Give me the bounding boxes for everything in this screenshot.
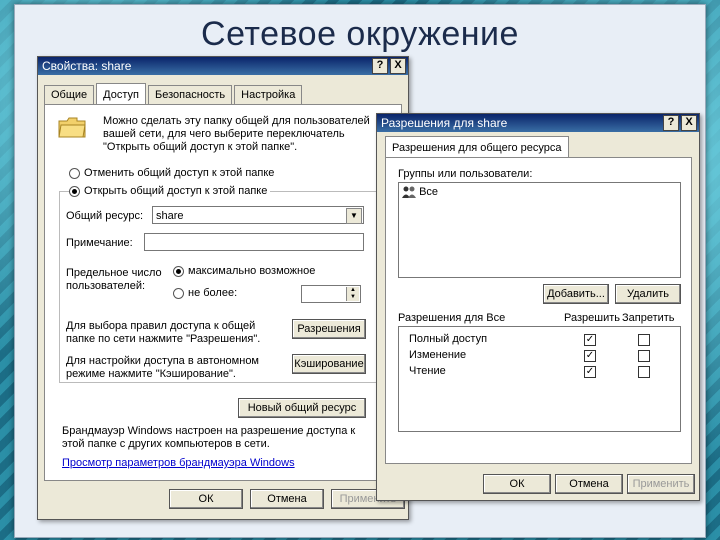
ok-button[interactable]: ОК [483,474,551,494]
deny-full-checkbox[interactable] [638,334,650,346]
radio-not-more-label: не более: [188,287,238,299]
chevron-down-icon: ▼ [346,208,362,224]
properties-tabs: Общие Доступ Безопасность Настройка [44,83,304,104]
radio-share-label: Открыть общий доступ к этой папке [84,185,268,197]
properties-titlebar: Свойства: share ? X [38,57,408,75]
table-row: Изменение [409,349,466,361]
new-share-button[interactable]: Новый общий ресурс [238,398,366,418]
comment-label: Примечание: [66,237,133,249]
groups-label: Группы или пользователи: [398,168,533,180]
permissions-table: Полный доступ ✓ Изменение ✓ Чтение ✓ [398,326,681,432]
tab-general[interactable]: Общие [44,85,95,104]
caching-hint: Для настройки доступа в автономном режим… [66,355,259,380]
radio-not-more-control [173,287,184,299]
radio-share[interactable]: Открыть общий доступ к этой папке [69,185,271,197]
tab-customize[interactable]: Настройка [234,85,303,104]
user-name: Все [419,186,439,198]
cancel-button[interactable]: Отмена [250,489,324,509]
permissions-for-label: Разрешения для Все [398,312,506,324]
firewall-link[interactable]: Просмотр параметров брандмауэра Windows [62,457,295,469]
share-name-value: share [156,210,184,222]
properties-dialog: Свойства: share ? X Общие Доступ Безопас… [37,56,409,520]
add-user-button[interactable]: Добавить... [543,284,609,304]
spinner-arrows-icon: ▲ ▼ [346,287,359,301]
radio-unshare-label: Отменить общий доступ к этой папке [84,167,275,179]
permissions-tabs: Разрешения для общего ресурса [385,136,571,157]
tab-security[interactable]: Безопасность [147,85,233,104]
cancel-button[interactable]: Отмена [555,474,623,494]
radio-max-users-label: максимально возможное [188,265,316,277]
allow-header: Разрешить [564,312,620,324]
folder-icon [57,115,87,139]
help-button[interactable]: ? [663,115,679,131]
permissions-panel: Группы или пользователи: Все Добавить...… [385,157,692,464]
permission-name: Изменение [409,349,467,361]
slide-title: Сетевое окружение [201,15,519,53]
radio-not-more[interactable]: не более: [173,287,237,299]
tab-sharing[interactable]: Доступ [96,83,146,104]
sharing-panel: Можно сделать эту папку общей для пользо… [44,104,402,481]
list-item[interactable]: Все [399,183,680,201]
radio-unshare[interactable]: Отменить общий доступ к этой папке [69,167,274,179]
permissions-titlebar: Разрешения для share ? X [377,114,699,132]
permission-name: Полный доступ [409,333,488,345]
share-name-select[interactable]: share ▼ [152,206,364,224]
user-limit-label: Предельное число пользователей: [66,267,162,292]
help-button[interactable]: ? [372,58,388,74]
share-name-label: Общий ресурс: [66,210,144,222]
sharing-intro: Можно сделать эту папку общей для пользо… [103,115,370,153]
allow-read-checkbox[interactable]: ✓ [584,366,596,378]
ok-button[interactable]: ОК [169,489,243,509]
radio-max-users[interactable]: максимально возможное [173,265,315,277]
deny-change-checkbox[interactable] [638,350,650,362]
users-group-icon [402,186,416,199]
permissions-title: Разрешения для share [381,116,508,130]
close-button[interactable]: X [390,58,406,74]
permissions-hint: Для выбора правил доступа к общей папке … [66,320,261,345]
tab-share-permissions[interactable]: Разрешения для общего ресурса [385,136,569,157]
properties-title: Свойства: share [42,59,132,73]
radio-max-users-control [173,265,184,277]
caching-button[interactable]: Кэширование [292,354,366,374]
table-row: Чтение [409,365,446,377]
user-limit-spinner[interactable]: ▲ ▼ [301,285,361,303]
radio-unshare-control [69,167,80,179]
users-list[interactable]: Все [398,182,681,278]
permissions-button[interactable]: Разрешения [292,319,366,339]
table-row: Полный доступ [409,333,487,345]
allow-full-checkbox[interactable]: ✓ [584,334,596,346]
allow-change-checkbox[interactable]: ✓ [584,350,596,362]
radio-share-control [69,185,80,197]
comment-input[interactable] [144,233,364,251]
remove-user-button[interactable]: Удалить [615,284,681,304]
permission-name: Чтение [409,365,446,377]
permissions-dialog: Разрешения для share ? X Разрешения для … [376,113,700,501]
firewall-text: Брандмауэр Windows настроен на разрешени… [62,425,356,450]
apply-button[interactable]: Применить [627,474,695,494]
close-button[interactable]: X [681,115,697,131]
deny-read-checkbox[interactable] [638,366,650,378]
deny-header: Запретить [622,312,675,324]
